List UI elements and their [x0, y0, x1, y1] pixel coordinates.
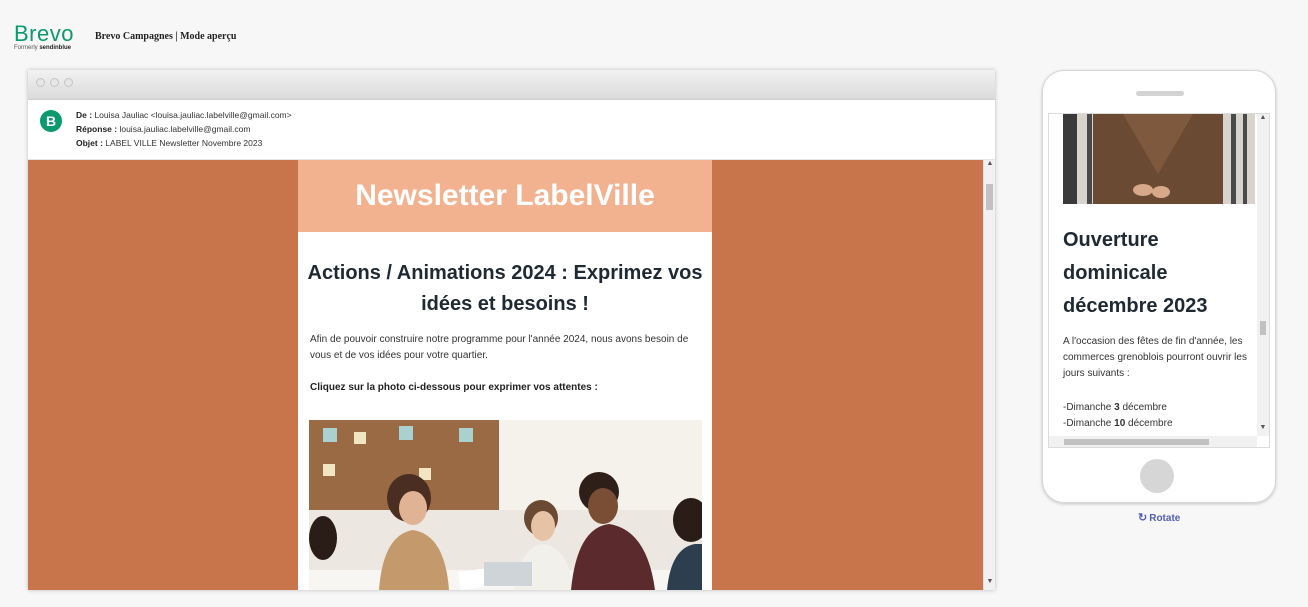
- email-body-viewport[interactable]: Newsletter LabelVille Actions / Animatio…: [28, 160, 983, 590]
- logo-sub-brand: sendinblue: [39, 45, 72, 51]
- scrollbar-thumb[interactable]: [986, 184, 993, 210]
- reply-value: louisa.jauliac.labelville@gmail.com: [119, 124, 251, 134]
- from-label: De :: [76, 110, 93, 120]
- article-headline: Actions / Animations 2024 : Exprimez vos…: [307, 262, 703, 315]
- team-meeting-illustration: [309, 420, 702, 590]
- email-header-info: B De : Louisa Jauliac <louisa.jauliac.la…: [28, 100, 995, 160]
- mobile-h-scrollbar-thumb[interactable]: [1064, 439, 1209, 445]
- subject-label: Objet :: [76, 138, 103, 148]
- from-line: De : Louisa Jauliac <louisa.jauliac.labe…: [76, 110, 292, 120]
- reply-label: Réponse :: [76, 124, 118, 134]
- mobile-screen[interactable]: Ouverture dominicale décembre 2023 A l'o…: [1048, 113, 1270, 448]
- subject-value: LABEL VILLE Newsletter Novembre 2023: [105, 138, 263, 148]
- from-value: Louisa Jauliac <louisa.jauliac.labelvill…: [94, 110, 292, 120]
- mobile-preview-device: Ouverture dominicale décembre 2023 A l'o…: [1042, 70, 1276, 503]
- article-intro: Afin de pouvoir construire notre program…: [310, 334, 689, 361]
- mobile-scroll-down-icon[interactable]: ▼: [1257, 424, 1269, 431]
- mobile-horizontal-scrollbar[interactable]: [1049, 436, 1257, 447]
- scroll-up-arrow-icon[interactable]: ▲: [984, 160, 996, 167]
- mobile-article-title: Ouverture dominicale décembre 2023: [1063, 229, 1208, 317]
- rotate-icon: ↻: [1138, 512, 1148, 524]
- newsletter-banner: Newsletter LabelVille: [298, 160, 712, 232]
- brevo-logo[interactable]: Brevo Formerly sendinblue: [14, 21, 74, 52]
- mobile-scrollbar-thumb[interactable]: [1260, 321, 1266, 335]
- mobile-photo: [1063, 114, 1255, 204]
- window-zoom-dot: [64, 78, 73, 87]
- window-minimize-dot: [50, 78, 59, 87]
- page-title: Brevo Campagnes | Mode aperçu: [95, 31, 237, 42]
- phone-speaker: [1136, 91, 1184, 96]
- reply-line: Réponse : louisa.jauliac.labelville@gmai…: [76, 124, 250, 134]
- mobile-dates-list: -Dimanche 3 décembre -Dimanche 10 décemb…: [1063, 400, 1263, 432]
- window-close-dot: [36, 78, 45, 87]
- rotate-button[interactable]: ↻ Rotate: [1138, 511, 1180, 524]
- email-content-column: Newsletter LabelVille Actions / Animatio…: [298, 160, 712, 590]
- storefront-person-illustration: [1063, 114, 1255, 204]
- list-item: -Dimanche 3 décembre: [1063, 402, 1167, 413]
- mobile-scroll-up-icon[interactable]: ▲: [1257, 114, 1269, 121]
- app-header: Brevo Formerly sendinblue Brevo Campagne…: [0, 0, 1308, 60]
- scroll-down-arrow-icon[interactable]: ▼: [984, 578, 996, 585]
- vertical-scrollbar[interactable]: ▲ ▼: [983, 160, 995, 590]
- window-titlebar: [28, 70, 995, 100]
- logo-word: Brevo: [14, 21, 74, 46]
- survey-photo-link[interactable]: [309, 420, 702, 590]
- list-item: -Dimanche 10 décembre: [1063, 418, 1173, 429]
- subject-line: Objet : LABEL VILLE Newsletter Novembre …: [76, 138, 262, 148]
- photo-cta-text: Cliquez sur la photo ci-dessous pour exp…: [310, 382, 598, 393]
- logo-sub-prefix: Formerly: [14, 45, 38, 51]
- mobile-vertical-scrollbar[interactable]: ▲ ▼: [1257, 114, 1269, 436]
- sender-avatar: B: [40, 110, 62, 132]
- phone-home-button: [1140, 459, 1174, 493]
- logo-subtitle: Formerly sendinblue: [14, 45, 74, 51]
- banner-title: Newsletter LabelVille: [355, 179, 655, 212]
- desktop-preview-window: B De : Louisa Jauliac <louisa.jauliac.la…: [28, 70, 995, 590]
- rotate-label: Rotate: [1149, 513, 1181, 524]
- mobile-article-body: A l'occasion des fêtes de fin d'année, l…: [1063, 336, 1247, 379]
